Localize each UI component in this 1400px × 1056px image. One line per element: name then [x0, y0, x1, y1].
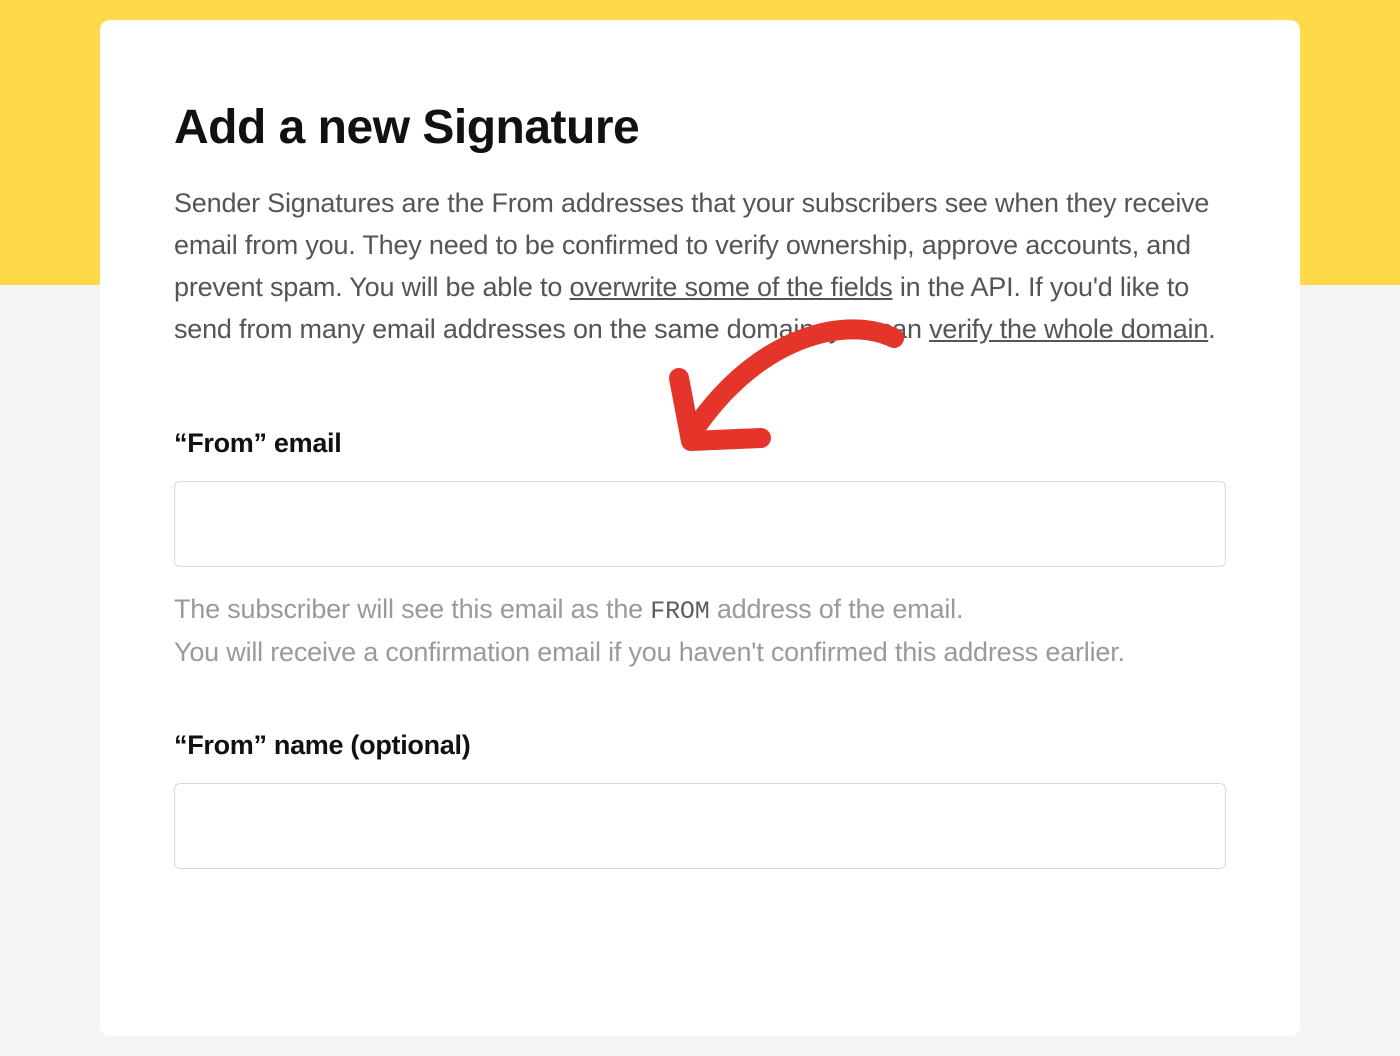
description-text-3: .	[1208, 314, 1215, 344]
from-name-input[interactable]	[174, 783, 1226, 869]
help-text-mono: FROM	[650, 597, 709, 626]
from-name-label: “From” name (optional)	[174, 730, 1226, 761]
help-text-line2: You will receive a confirmation email if…	[174, 637, 1125, 667]
from-email-input[interactable]	[174, 481, 1226, 567]
verify-domain-link[interactable]: verify the whole domain	[929, 314, 1208, 344]
overwrite-fields-link[interactable]: overwrite some of the fields	[569, 272, 892, 302]
from-email-help: The subscriber will see this email as th…	[174, 589, 1226, 674]
signature-form-card: Add a new Signature Sender Signatures ar…	[100, 20, 1300, 1036]
from-name-field-group: “From” name (optional)	[174, 730, 1226, 869]
page-description: Sender Signatures are the From addresses…	[174, 183, 1226, 350]
from-email-field-group: “From” email The subscriber will see thi…	[174, 428, 1226, 674]
from-email-label: “From” email	[174, 428, 1226, 459]
page-title: Add a new Signature	[174, 100, 1226, 155]
help-text-pre: The subscriber will see this email as th…	[174, 594, 650, 624]
help-text-post: address of the email.	[710, 594, 964, 624]
